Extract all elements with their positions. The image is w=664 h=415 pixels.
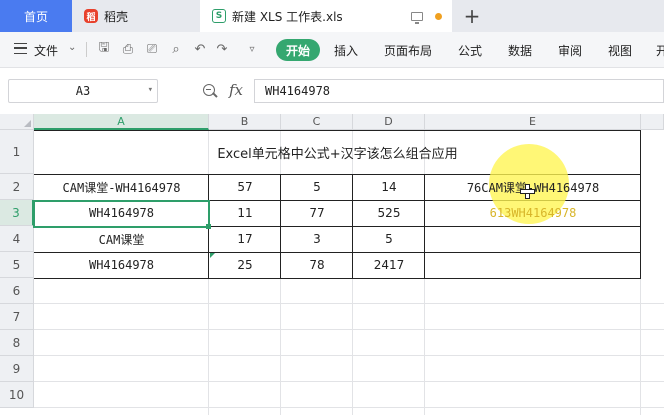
tab-formulas[interactable]: 公式 <box>458 42 482 59</box>
divider <box>86 42 87 57</box>
export-icon[interactable]: ⎙ <box>120 41 136 57</box>
gridline <box>34 329 664 330</box>
number-as-text-marker-icon[interactable] <box>210 253 215 258</box>
column-header-e[interactable]: E <box>425 114 641 130</box>
gridline <box>34 303 664 304</box>
formula-bar: A3 ▾ fx WH4164978 <box>0 68 664 114</box>
column-header-a[interactable]: A <box>34 114 209 130</box>
monitor-icon[interactable] <box>411 11 423 24</box>
redo-icon[interactable]: ↷ <box>214 41 230 57</box>
ribbon: 文件 ⌄ 🖫 ⎙ ⎚ ⌕ ↶ ↷ ▿ 开始 插入 页面布局 公式 数据 审阅 视… <box>0 32 664 68</box>
cell-b3[interactable]: 11 <box>209 200 281 226</box>
sheet-title-cell[interactable]: Excel单元格中公式+汉字该怎么组合应用 <box>34 130 641 174</box>
table-border <box>34 278 641 279</box>
cell-c5[interactable]: 78 <box>281 252 353 278</box>
hamburger-icon[interactable] <box>14 43 27 54</box>
row-header-9[interactable]: 9 <box>0 356 34 382</box>
name-box[interactable]: A3 ▾ <box>8 79 158 103</box>
cell-b4[interactable]: 17 <box>209 226 281 252</box>
cell-b5[interactable]: 25 <box>209 252 281 278</box>
cell-b2[interactable]: 57 <box>209 174 281 200</box>
column-header-b[interactable]: B <box>209 114 281 130</box>
formula-input[interactable]: WH4164978 <box>254 79 664 103</box>
corner-triangle-icon <box>24 120 31 127</box>
cell-d5[interactable]: 2417 <box>353 252 425 278</box>
row-header-5[interactable]: 5 <box>0 252 34 278</box>
gridline <box>34 381 664 382</box>
row-header-10[interactable]: 10 <box>0 382 34 408</box>
crosshair-cursor-icon <box>520 184 535 199</box>
name-box-value: A3 <box>75 84 91 98</box>
row-header-2[interactable]: 2 <box>0 174 34 200</box>
row-header-6[interactable]: 6 <box>0 278 34 304</box>
tab-document-label: 新建 XLS 工作表.xls <box>232 9 343 24</box>
tab-docer[interactable]: 稻 稻壳 <box>72 0 200 32</box>
new-tab-button[interactable]: + <box>460 0 484 32</box>
row-header-7[interactable]: 7 <box>0 304 34 330</box>
fill-handle[interactable] <box>206 224 211 229</box>
tab-bar: 首页 稻 稻壳 S 新建 XLS 工作表.xls + <box>0 0 664 32</box>
gridline <box>34 355 664 356</box>
fx-icon[interactable]: fx <box>229 81 243 99</box>
chevron-down-icon[interactable]: ▾ <box>148 85 153 95</box>
cell-d4[interactable]: 5 <box>353 226 425 252</box>
selected-cell-outline <box>33 200 210 228</box>
spreadsheet-grid[interactable]: A B C D E 1 2 3 4 5 6 7 8 9 10 Excel单元格中… <box>0 114 664 415</box>
row-header-3[interactable]: 3 <box>0 200 34 226</box>
save-icon[interactable]: 🖫 <box>96 40 112 57</box>
gridline <box>34 407 664 408</box>
tab-review[interactable]: 审阅 <box>558 42 582 59</box>
file-menu[interactable]: 文件 <box>34 42 58 59</box>
select-all-corner[interactable] <box>0 114 34 130</box>
cell-c3[interactable]: 77 <box>281 200 353 226</box>
unsaved-dot-icon <box>435 12 442 20</box>
tab-home[interactable]: 首页 <box>0 0 72 32</box>
tab-home-label: 首页 <box>23 9 48 24</box>
cell-d3[interactable]: 525 <box>353 200 425 226</box>
print-preview-icon[interactable]: ⌕ <box>168 41 184 57</box>
row-header-4[interactable]: 4 <box>0 226 34 252</box>
cell-e3[interactable]: 613WH4164978 <box>425 200 641 226</box>
customize-chevron-icon[interactable]: ▿ <box>244 41 260 57</box>
chevron-down-icon[interactable]: ⌄ <box>68 42 76 53</box>
cell-c4[interactable]: 3 <box>281 226 353 252</box>
cell-a4[interactable]: CAM课堂 <box>34 226 209 252</box>
column-header-f[interactable] <box>641 114 664 130</box>
column-header-c[interactable]: C <box>281 114 353 130</box>
tab-developer[interactable]: 开 <box>656 42 664 59</box>
column-header-d[interactable]: D <box>353 114 425 130</box>
docer-icon: 稻 <box>84 9 98 23</box>
tab-page-layout[interactable]: 页面布局 <box>384 42 432 59</box>
cell-e2[interactable]: 76CAM课堂-WH4164978 <box>425 174 641 200</box>
tab-document[interactable]: S 新建 XLS 工作表.xls <box>200 0 452 32</box>
tab-start[interactable]: 开始 <box>276 39 320 61</box>
row-header-1[interactable]: 1 <box>0 130 34 174</box>
zoom-icon[interactable] <box>203 84 215 96</box>
cell-a5[interactable]: WH4164978 <box>34 252 209 278</box>
print-icon[interactable]: ⎚ <box>144 41 160 57</box>
tab-view[interactable]: 视图 <box>608 42 632 59</box>
undo-icon[interactable]: ↶ <box>192 41 208 57</box>
cell-a2[interactable]: CAM课堂-WH4164978 <box>34 174 209 200</box>
tab-insert[interactable]: 插入 <box>334 42 358 59</box>
row-header-8[interactable]: 8 <box>0 330 34 356</box>
tab-docer-label: 稻壳 <box>104 9 129 24</box>
cell-d2[interactable]: 14 <box>353 174 425 200</box>
tab-data[interactable]: 数据 <box>508 42 532 59</box>
spreadsheet-icon: S <box>212 9 226 23</box>
cell-c2[interactable]: 5 <box>281 174 353 200</box>
formula-input-value: WH4164978 <box>265 84 331 98</box>
